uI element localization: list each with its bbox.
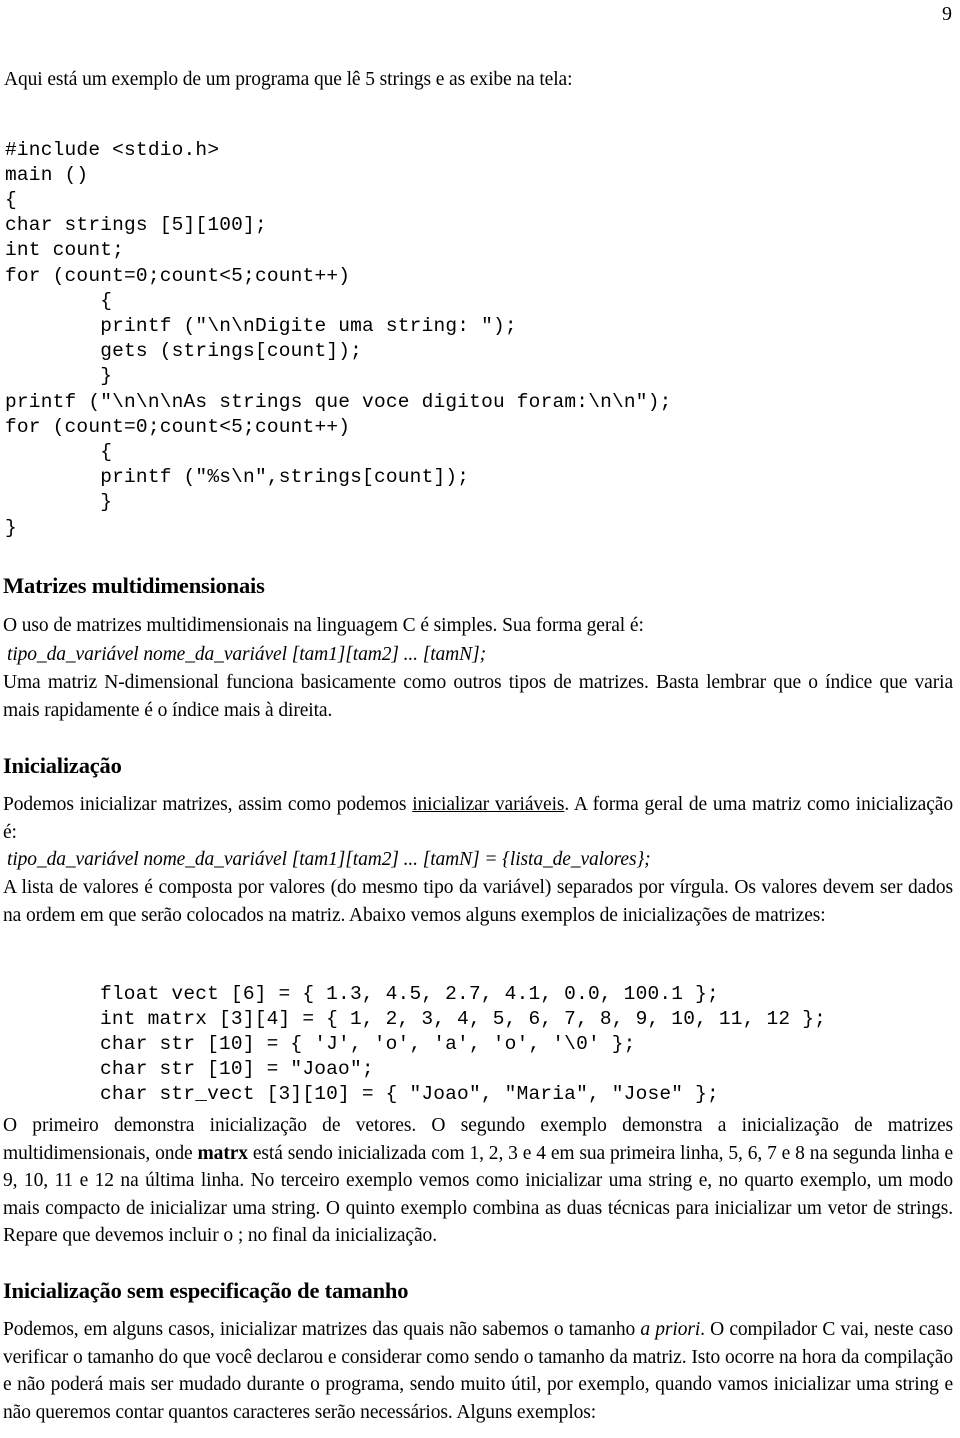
matrx-identifier: matrx [197,1142,249,1164]
matrizes-paragraph-2: Uma matriz N-dimensional funciona basica… [3,672,953,721]
page-number: 9 [942,3,952,25]
inicializacao-paragraph-3: O primeiro demonstra inicialização de ve… [3,1112,953,1250]
document-page: 9 Aqui está um exemplo de um programa qu… [0,0,960,1438]
inicializacao-syntax-formula: tipo_da_variável nome_da_variável [tam1]… [7,849,651,870]
matrizes-syntax-formula: tipo_da_variável nome_da_variável [tam1]… [7,644,486,665]
a-priori-emphasis: a priori [640,1319,701,1340]
code-block-program: #include <stdio.h> main () { char string… [5,138,672,539]
heading-matrizes-multidimensionais: Matrizes multidimensionais [3,573,265,598]
heading-inicializacao-sem-especificacao-de-tamanho: Inicialização sem especificação de taman… [3,1278,409,1303]
inicializacao-paragraph-1: Podemos inicializar matrizes, assim como… [3,791,953,846]
heading-inicializacao: Inicialização [3,753,122,778]
sem-tamanho-paragraph-text-a: Podemos, em alguns casos, inicializar ma… [3,1319,641,1340]
inicializar-variaveis-link[interactable]: inicializar variáveis [412,794,564,815]
inicializacao-paragraph-1-text-a: Podemos inicializar matrizes, assim como… [3,794,413,815]
sem-tamanho-paragraph: Podemos, em alguns casos, inicializar ma… [3,1316,953,1426]
intro-paragraph: Aqui está um exemplo de um programa que … [4,69,573,90]
matrizes-paragraph-1: O uso de matrizes multidimensionais na l… [3,615,644,636]
code-block-examples: float vect [6] = { 1.3, 4.5, 2.7, 4.1, 0… [100,982,827,1106]
inicializacao-paragraph-2: A lista de valores é composta por valore… [3,877,953,926]
